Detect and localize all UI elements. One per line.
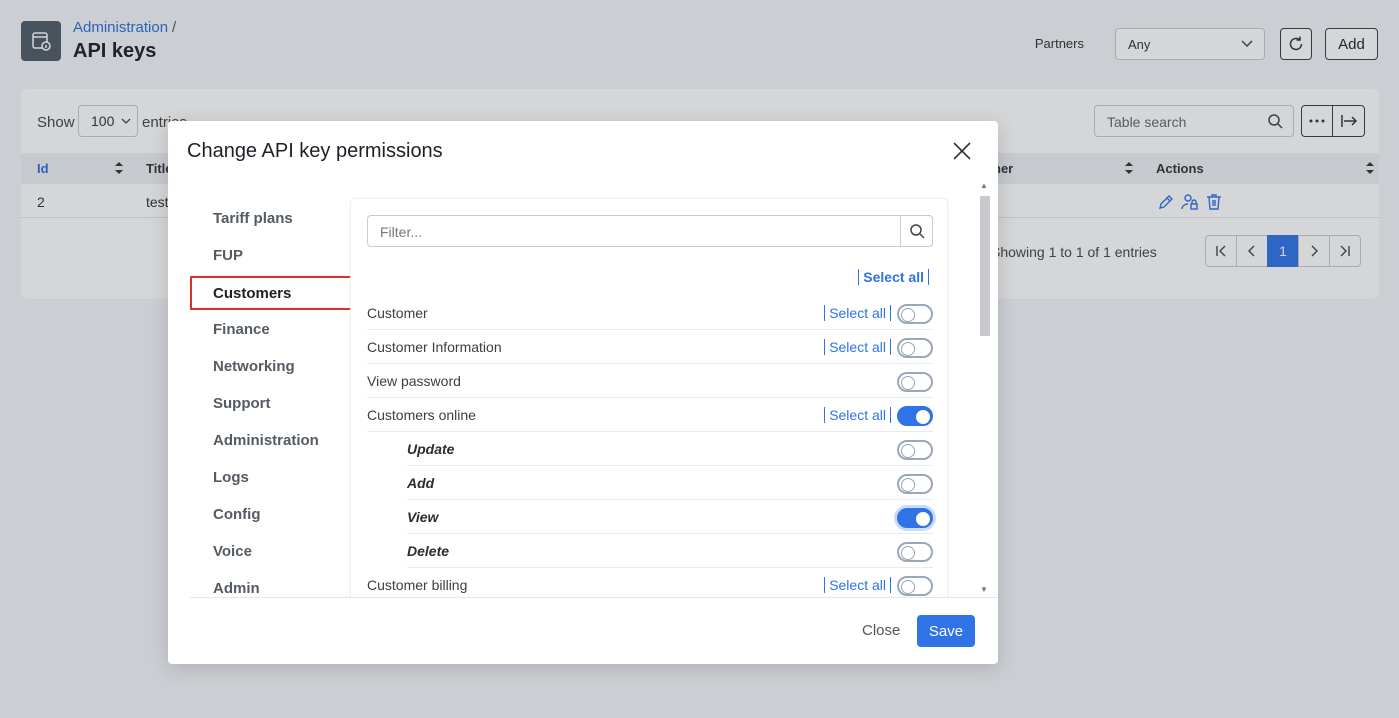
modal-title: Change API key permissions — [187, 140, 443, 162]
permission-label: View — [407, 509, 439, 525]
select-all-link[interactable]: Select all — [824, 577, 891, 593]
permission-toggle[interactable] — [897, 338, 933, 358]
permission-toggle[interactable] — [897, 372, 933, 392]
scroll-up-arrow-icon[interactable]: ▲ — [980, 181, 988, 190]
nav-item-finance[interactable]: Finance — [190, 313, 353, 347]
permission-row-view: View — [407, 500, 933, 534]
permissions-panel: Filter... Select all Customer Select all… — [351, 199, 947, 597]
close-icon[interactable] — [952, 141, 972, 161]
permission-row-update: Update — [407, 432, 933, 466]
filter-search-button[interactable] — [900, 215, 933, 247]
nav-item-networking[interactable]: Networking — [190, 350, 353, 384]
permission-label: View password — [367, 373, 461, 389]
select-all-link[interactable]: Select all — [824, 407, 891, 423]
permission-row-view-password: View password — [367, 364, 933, 398]
nav-item-config[interactable]: Config — [190, 498, 353, 532]
permission-label: Customer billing — [367, 577, 468, 593]
nav-item-admin-dashboard[interactable]: Admin dashboard — [190, 572, 353, 597]
nav-item-logs[interactable]: Logs — [190, 461, 353, 495]
permissions-modal: Change API key permissions Tariff plans … — [168, 121, 998, 664]
select-all-global[interactable]: Select all — [858, 269, 929, 285]
filter-input[interactable]: Filter... — [367, 215, 933, 247]
scroll-thumb[interactable] — [980, 196, 990, 336]
permission-row-add: Add — [407, 466, 933, 500]
permission-toggle[interactable] — [897, 440, 933, 460]
permission-row-customers-online: Customers online Select all — [367, 398, 933, 432]
nav-item-voice[interactable]: Voice — [190, 535, 353, 569]
permission-toggle[interactable] — [897, 406, 933, 426]
nav-item-support[interactable]: Support — [190, 387, 353, 421]
modal-body: Tariff plans FUP Customers Finance Netwo… — [190, 178, 998, 598]
permission-row-customer: Customer Select all — [367, 296, 933, 330]
permission-toggle[interactable] — [897, 474, 933, 494]
save-button[interactable]: Save — [917, 615, 975, 647]
nav-item-administration[interactable]: Administration — [190, 424, 353, 458]
permission-label: Update — [407, 441, 455, 457]
permission-label: Customer — [367, 305, 428, 321]
select-all-link[interactable]: Select all — [824, 305, 891, 321]
permission-toggle[interactable] — [897, 542, 933, 562]
filter-placeholder: Filter... — [380, 224, 423, 240]
permission-row-customer-information: Customer Information Select all — [367, 330, 933, 364]
permission-toggle[interactable] — [897, 508, 933, 528]
permission-row-delete: Delete — [407, 534, 933, 568]
permission-toggle[interactable] — [897, 576, 933, 596]
nav-item-tariff-plans[interactable]: Tariff plans — [190, 202, 353, 236]
permission-label: Customer Information — [367, 339, 502, 355]
close-button[interactable]: Close — [862, 622, 900, 639]
permission-row-customer-billing: Customer billing Select all — [367, 568, 933, 597]
permission-toggle[interactable] — [897, 304, 933, 324]
nav-item-customers[interactable]: Customers — [190, 276, 353, 310]
modal-scrollbar[interactable]: ▲ ▼ — [976, 179, 991, 597]
scroll-down-arrow-icon[interactable]: ▼ — [980, 585, 988, 594]
search-icon — [909, 224, 925, 239]
select-all-link[interactable]: Select all — [824, 339, 891, 355]
permission-label: Add — [407, 475, 435, 491]
permission-label: Customers online — [367, 407, 476, 423]
nav-item-fup[interactable]: FUP — [190, 239, 353, 273]
permission-label: Delete — [407, 543, 450, 559]
